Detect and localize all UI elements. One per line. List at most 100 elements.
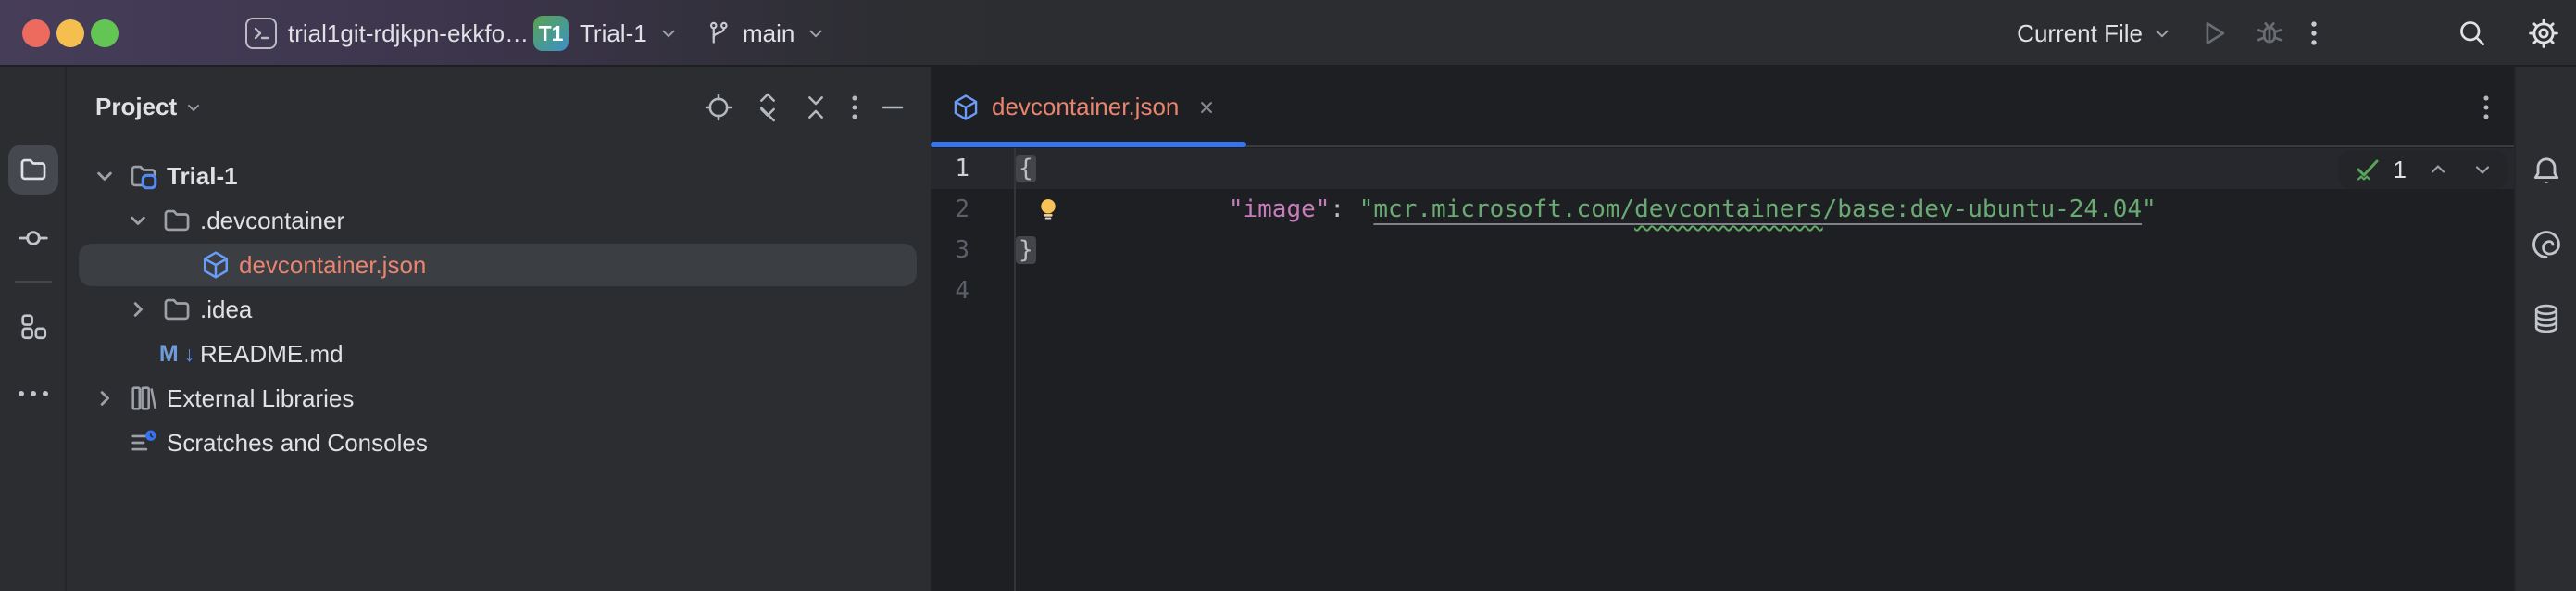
project-selector-label: trial1git-rdjkpn-ekkfo… bbox=[288, 19, 529, 48]
right-tool-strip bbox=[2514, 67, 2576, 591]
chevron-down-icon bbox=[806, 23, 826, 44]
run-button[interactable] bbox=[2198, 18, 2230, 49]
tree-label: Scratches and Consoles bbox=[167, 429, 428, 458]
tree-row-readme[interactable]: M↓ README.md bbox=[67, 332, 931, 376]
minimize-window-button[interactable] bbox=[56, 19, 84, 47]
run-config-label: Current File bbox=[2017, 19, 2143, 48]
tree-label: README.md bbox=[200, 340, 344, 369]
collapse-all-button[interactable] bbox=[801, 92, 831, 123]
workspace-name: Trial-1 bbox=[580, 19, 647, 48]
json-key: "image" bbox=[1229, 195, 1331, 223]
chevron-down-icon bbox=[184, 98, 203, 117]
tree-row-scratches[interactable]: Scratches and Consoles bbox=[67, 421, 931, 465]
line-number: 4 bbox=[931, 277, 1014, 305]
line-number: 3 bbox=[931, 236, 1014, 264]
project-tree: Trial-1 .devcontainer devconta bbox=[67, 154, 931, 465]
next-problem-button[interactable] bbox=[2471, 158, 2494, 181]
open-quote: " bbox=[1359, 195, 1374, 223]
macos-traffic-lights bbox=[22, 19, 119, 47]
active-tab-indicator bbox=[931, 142, 1246, 147]
settings-gear-button[interactable] bbox=[2526, 16, 2561, 51]
title-bar: trial1git-rdjkpn-ekkfo… T1 Trial-1 main bbox=[0, 0, 2576, 67]
tree-label: devcontainer.json bbox=[239, 251, 426, 280]
close-quote: " bbox=[2142, 195, 2157, 223]
tree-row-project-root[interactable]: Trial-1 bbox=[67, 154, 931, 198]
line-number: 2 bbox=[931, 195, 1014, 223]
close-window-button[interactable] bbox=[22, 19, 50, 47]
scratches-icon bbox=[128, 427, 159, 459]
ai-assistant-button[interactable] bbox=[2529, 227, 2564, 262]
left-tool-strip bbox=[0, 67, 67, 591]
tree-label: External Libraries bbox=[167, 384, 354, 413]
debug-button[interactable] bbox=[2254, 18, 2285, 49]
tree-label: Trial-1 bbox=[167, 162, 238, 191]
select-opened-file-button[interactable] bbox=[703, 92, 734, 123]
line-number: 1 bbox=[931, 155, 1014, 182]
database-button[interactable] bbox=[2529, 301, 2564, 336]
hide-panel-button[interactable] bbox=[879, 92, 907, 123]
tool-strip-divider bbox=[15, 281, 52, 283]
folder-icon bbox=[161, 205, 193, 236]
image-url: mcr.microsoft.com/devcontainers/base:dev… bbox=[1373, 195, 2142, 223]
commit-tool-window-button[interactable] bbox=[8, 213, 58, 263]
markdown-file-icon: M↓ bbox=[161, 341, 193, 368]
more-actions-button[interactable] bbox=[2307, 18, 2320, 49]
project-panel-header: Project bbox=[67, 67, 931, 147]
code-line-2[interactable]: 2 "image": "mcr.microsoft.com/devcontain… bbox=[931, 189, 2514, 230]
workspace-selector[interactable]: T1 Trial-1 bbox=[533, 0, 679, 67]
zoom-window-button[interactable] bbox=[91, 19, 119, 47]
project-selector[interactable]: trial1git-rdjkpn-ekkfo… bbox=[245, 0, 560, 67]
chevron-down-icon[interactable] bbox=[89, 160, 120, 192]
folder-icon bbox=[161, 294, 193, 325]
project-root-folder-icon bbox=[128, 160, 159, 192]
url-host: mcr.microsoft.com/ bbox=[1373, 195, 1634, 223]
tree-row-idea-folder[interactable]: .idea bbox=[67, 287, 931, 332]
project-tool-window-button[interactable] bbox=[8, 145, 58, 195]
terminal-project-icon bbox=[245, 18, 277, 49]
tree-label: .idea bbox=[200, 296, 252, 324]
run-configuration-selector[interactable]: Current File bbox=[2017, 19, 2172, 48]
libraries-icon bbox=[128, 383, 159, 414]
panel-options-button[interactable] bbox=[849, 92, 860, 123]
gutter-separator bbox=[1014, 148, 1016, 591]
tree-row-devcontainer-json[interactable]: devcontainer.json bbox=[67, 243, 931, 287]
url-typo-word: devcontainers bbox=[1634, 195, 1823, 223]
close-brace: } bbox=[1016, 236, 1036, 264]
notifications-bell-button[interactable] bbox=[2529, 154, 2564, 189]
tree-row-devcontainer-folder[interactable]: .devcontainer bbox=[67, 198, 931, 243]
tab-list-options-button[interactable] bbox=[2481, 67, 2492, 147]
code-line-4[interactable]: 4 bbox=[931, 270, 2514, 311]
json-separator: : bbox=[1330, 195, 1358, 223]
expand-all-button[interactable] bbox=[753, 92, 782, 123]
tree-row-external-libraries[interactable]: External Libraries bbox=[67, 376, 931, 421]
vcs-branch-widget[interactable]: main bbox=[706, 0, 826, 67]
search-everywhere-button[interactable] bbox=[2456, 17, 2489, 50]
more-tool-windows-button[interactable] bbox=[8, 369, 58, 419]
chevron-right-icon[interactable] bbox=[122, 294, 154, 325]
tab-title: devcontainer.json bbox=[992, 93, 1179, 121]
previous-problem-button[interactable] bbox=[2427, 158, 2449, 181]
devcontainer-cube-icon bbox=[951, 93, 981, 122]
inspections-count: 1 bbox=[2394, 156, 2407, 184]
code-editor[interactable]: 1 { 2 "image": "mcr.microsoft.com/devcon… bbox=[931, 148, 2514, 591]
no-problems-check-icon bbox=[2353, 156, 2381, 183]
inspections-widget[interactable]: 1 bbox=[2338, 150, 2508, 189]
url-tail: /base:dev-ubuntu-24.04 bbox=[1823, 195, 2142, 223]
structure-tool-window-button[interactable] bbox=[8, 301, 58, 351]
chevron-right-icon[interactable] bbox=[89, 383, 120, 414]
workspace-badge: T1 bbox=[533, 16, 569, 51]
project-panel-title: Project bbox=[95, 93, 177, 121]
tree-label: .devcontainer bbox=[200, 207, 344, 235]
chevron-down-icon bbox=[2152, 23, 2172, 44]
editor-area: devcontainer.json 1 { 2 bbox=[931, 67, 2514, 591]
project-tool-window: Project bbox=[67, 67, 931, 591]
code-line-3[interactable]: 3 } bbox=[931, 230, 2514, 270]
editor-tab-bar: devcontainer.json bbox=[931, 67, 2514, 147]
devcontainer-cube-icon bbox=[200, 249, 231, 281]
tab-devcontainer-json[interactable]: devcontainer.json bbox=[931, 67, 1246, 147]
ide-window: trial1git-rdjkpn-ekkfo… T1 Trial-1 main bbox=[0, 0, 2576, 591]
close-tab-icon[interactable] bbox=[1195, 96, 1218, 119]
chevron-down-icon[interactable] bbox=[122, 205, 154, 236]
titlebar-right-actions: Current File bbox=[2017, 0, 2576, 67]
project-view-selector[interactable]: Project bbox=[95, 93, 203, 121]
